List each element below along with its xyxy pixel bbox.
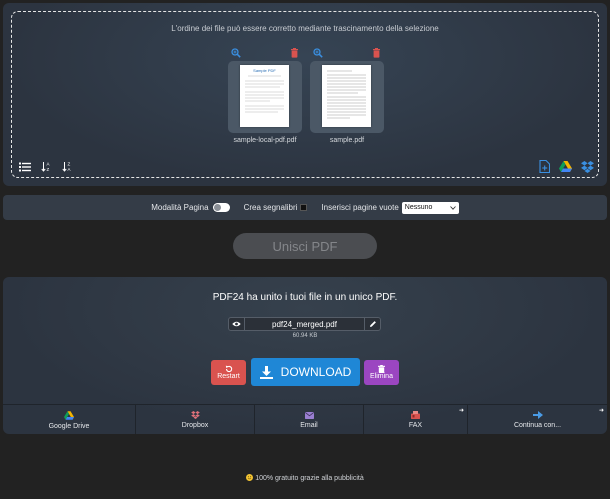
page-mode-toggle[interactable]: [212, 203, 230, 212]
page-mode-label: Modalità Pagina: [151, 203, 209, 212]
google-drive-icon[interactable]: [559, 161, 572, 172]
blank-pages-value: Nessuno: [404, 204, 433, 211]
fax-icon: [411, 411, 420, 419]
result-title: PDF24 ha unito i tuoi file in un unico P…: [212, 292, 398, 303]
sort-toolbar: A Z Z A: [19, 161, 73, 172]
reorder-instruction: L'ordine dei file può essere corretto me…: [171, 24, 439, 33]
file-name: sample.pdf: [329, 137, 365, 144]
share-label: Dropbox: [181, 422, 209, 429]
output-filename: pdf24_merged.pdf: [272, 319, 337, 329]
google-drive-icon: [64, 410, 74, 420]
restart-icon: [225, 365, 232, 373]
sort-ascending-icon[interactable]: A Z: [41, 161, 52, 172]
share-label: Email: [300, 421, 318, 429]
share-dropbox[interactable]: Dropbox: [136, 405, 255, 434]
merge-options-bar: Modalità Pagina Crea segnalibri Inserisc…: [3, 195, 607, 220]
email-icon: [304, 411, 314, 419]
blank-pages-label: Inserisci pagine vuote: [321, 203, 399, 212]
output-filename-field: pdf24_merged.pdf: [228, 317, 381, 331]
zoom-icon[interactable]: [231, 48, 241, 58]
share-label: Google Drive: [48, 422, 90, 430]
pencil-icon: [369, 321, 376, 327]
share-options-row: Google Drive Dropbox Email ➜ FAX ➜ Conti…: [3, 404, 607, 434]
restart-label: Restart: [217, 373, 240, 380]
eye-icon: [232, 321, 241, 327]
merge-pdf-button[interactable]: Unisci PDF: [233, 233, 377, 259]
share-continue[interactable]: ➜ Continua con...: [468, 405, 607, 434]
delete-button[interactable]: Elimina: [364, 360, 399, 385]
rename-button[interactable]: [364, 318, 380, 330]
file-drop-panel: L'ordine dei file può essere corretto me…: [3, 3, 607, 186]
svg-text:A: A: [47, 162, 50, 167]
arrow-right-icon: [532, 411, 543, 419]
share-label: Continua con...: [513, 422, 562, 429]
chevron-down-icon: [449, 205, 456, 210]
sort-descending-icon[interactable]: Z A: [62, 161, 73, 172]
add-file-toolbar: [539, 160, 594, 173]
zoom-icon[interactable]: [313, 48, 323, 58]
ad-supported-text: 100% gratuito grazie alla pubblicità: [255, 475, 364, 482]
pdf-page-preview: Sample PDF: [240, 65, 289, 127]
bookmarks-checkbox[interactable]: [300, 204, 308, 211]
svg-text:Z: Z: [47, 167, 50, 172]
download-icon: [259, 365, 273, 379]
share-google-drive[interactable]: Google Drive: [3, 405, 136, 434]
blank-pages-select[interactable]: Nessuno: [401, 201, 459, 214]
add-file-icon[interactable]: [539, 160, 550, 173]
trash-icon[interactable]: [290, 48, 299, 58]
share-email[interactable]: Email: [255, 405, 364, 434]
share-fax[interactable]: ➜ FAX: [364, 405, 468, 434]
file-thumbnail[interactable]: Sample PDF: [228, 61, 302, 133]
ad-supported-note: 100% gratuito grazie alla pubblicità: [0, 474, 610, 482]
bookmarks-label: Crea segnalibri: [243, 203, 298, 212]
svg-text:Z: Z: [68, 162, 71, 167]
pdf-page-preview: [322, 65, 371, 127]
arrow-right-icon: ➜: [458, 408, 464, 414]
download-label: DOWNLOAD: [280, 365, 352, 379]
preview-title: Sample PDF: [253, 68, 276, 73]
file-card[interactable]: Sample PDF sample-local-pdf.pdf: [228, 48, 302, 144]
restart-button[interactable]: Restart: [211, 360, 246, 385]
list-view-icon[interactable]: [19, 162, 31, 172]
preview-button[interactable]: [229, 318, 245, 330]
trash-icon: [378, 365, 385, 373]
file-card[interactable]: sample.pdf: [310, 48, 384, 144]
file-dropzone[interactable]: L'ordine dei file può essere corretto me…: [11, 11, 599, 178]
share-label: FAX: [408, 422, 423, 429]
dropbox-icon: [190, 411, 200, 419]
smile-icon: [246, 474, 254, 481]
trash-icon[interactable]: [372, 48, 381, 58]
file-thumbnail[interactable]: [310, 61, 384, 133]
bookmarks-option: Crea segnalibri: [244, 203, 308, 212]
download-button[interactable]: DOWNLOAD: [251, 358, 360, 386]
result-panel: PDF24 ha unito i tuoi file in un unico P…: [3, 277, 607, 434]
svg-text:A: A: [68, 167, 71, 172]
arrow-right-icon: ➜: [598, 408, 604, 414]
file-name: sample-local-pdf.pdf: [233, 137, 297, 144]
dropbox-icon[interactable]: [581, 160, 594, 173]
output-filesize: 60.94 KB: [292, 333, 318, 339]
blank-pages-option: Inserisci pagine vuote Nessuno: [321, 201, 459, 214]
page-mode-option: Modalità Pagina: [151, 203, 230, 212]
delete-label: Elimina: [370, 373, 393, 380]
